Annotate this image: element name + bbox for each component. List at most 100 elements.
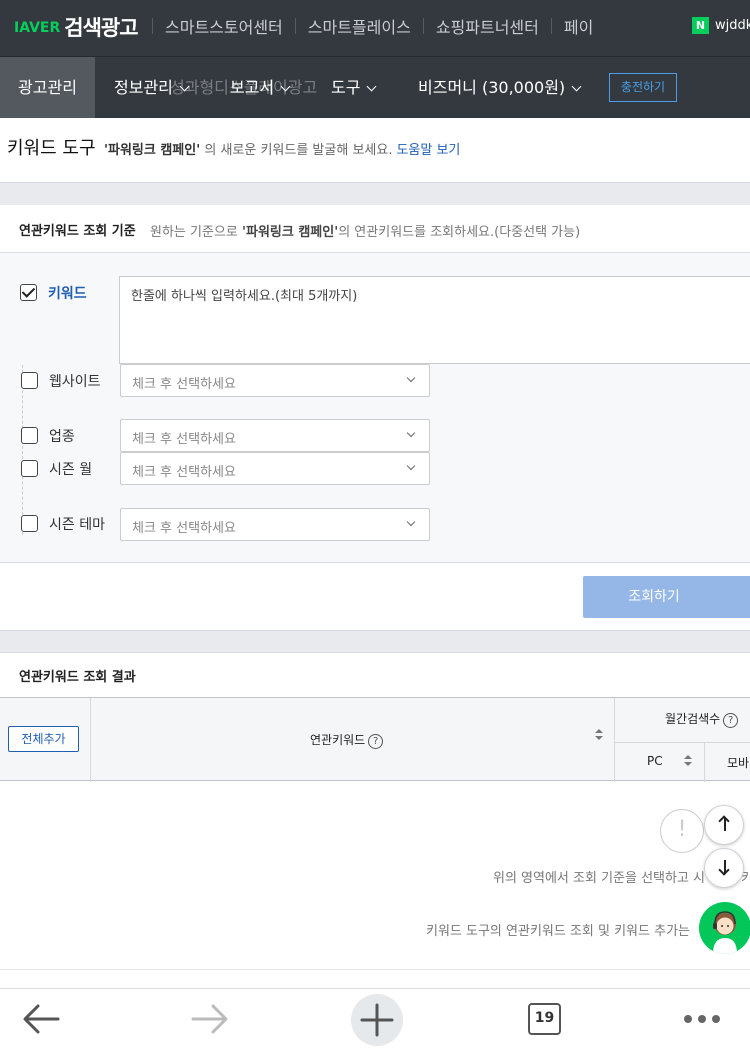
scroll-up-button[interactable] <box>704 805 744 845</box>
column-header-keyword[interactable]: 연관키워드? <box>310 731 384 749</box>
criteria-subtitle: 원하는 기준으로 '파워링크 캠페인'의 연관키워드를 조회하세요.(다중선택 … <box>150 221 580 240</box>
column-header-monthly-searches: 월간검색수? <box>665 710 739 728</box>
service-links: 스마트스토어센터 스마트플레이스 쇼핑파트너센터 페이 <box>152 14 605 38</box>
column-divider <box>90 698 91 782</box>
menu-bizmoney[interactable]: 비즈머니 (30,000원) <box>418 57 582 118</box>
season-month-select[interactable]: 체크 후 선택하세요 <box>120 452 430 485</box>
charge-button[interactable]: 충전하기 <box>609 73 677 102</box>
sort-icon[interactable] <box>684 755 692 767</box>
user-name: wjddk <box>715 18 750 33</box>
link-shopping-partner-center[interactable]: 쇼핑파트너센터 <box>424 14 551 38</box>
column-label: 월간검색수 <box>665 712 721 726</box>
results-empty-state: ! 위의 영역에서 조회 기준을 선택하고 시 키 키워드 도구의 연관키워드 … <box>0 782 750 970</box>
help-icon[interactable]: ? <box>368 734 384 749</box>
empty-message-line1: 위의 영역에서 조회 기준을 선택하고 시 <box>493 871 706 886</box>
new-tab-button[interactable] <box>351 994 403 1046</box>
subtitle-text: 원하는 기준으로 <box>150 225 242 240</box>
chevron-down-icon <box>571 81 582 92</box>
user-account[interactable]: N wjddk <box>692 17 750 34</box>
description-text: 의 새로운 키워드를 발굴해 보세요. <box>200 143 393 158</box>
industry-select[interactable]: 체크 후 선택하세요 <box>120 419 430 452</box>
website-select[interactable]: 체크 후 선택하세요 <box>120 364 430 397</box>
season-theme-label: 시즌 테마 <box>49 517 105 533</box>
results-table-header: 전체추가 연관키워드? 월간검색수? PC 모바 <box>0 697 750 782</box>
menu-info-management[interactable]: 정보관리 <box>114 57 190 118</box>
chat-agent-button[interactable] <box>699 902 750 954</box>
keyword-input[interactable]: 한줄에 하나씩 입력하세요.(최대 5개까지) <box>119 276 750 364</box>
campaign-name: '파워링크 캠페인' <box>242 225 339 240</box>
select-placeholder: 체크 후 선택하세요 <box>132 432 236 447</box>
back-arrow-icon[interactable] <box>22 1003 60 1035</box>
arrow-head <box>718 864 730 876</box>
menu-tools[interactable]: 도구 <box>331 57 377 118</box>
season-theme-checkbox[interactable] <box>21 515 38 532</box>
logo-text: 검색광고 <box>64 16 138 40</box>
criteria-form: 키워드 한줄에 하나씩 입력하세요.(최대 5개까지) 웹사이트 체크 후 선택… <box>0 253 750 563</box>
link-smartplace[interactable]: 스마트플레이스 <box>296 14 423 38</box>
search-button[interactable]: 조회하기 <box>583 576 750 618</box>
chevron-down-icon <box>406 461 416 471</box>
top-navigation-bar: IAVER 검색광고 스마트스토어센터 스마트플레이스 쇼핑파트너센터 페이 N … <box>0 0 750 56</box>
subtitle-text: 의 연관키워드를 조회하세요.(다중선택 가능) <box>338 225 581 240</box>
column-header-mobile[interactable]: 모바 <box>727 754 749 771</box>
industry-label: 업종 <box>49 429 75 445</box>
section-divider <box>0 630 750 653</box>
chevron-down-icon <box>280 81 291 92</box>
empty-message-line2: 키워드 도구의 연관키워드 조회 및 키워드 추가는 <box>426 924 690 939</box>
keyword-label: 키워드 <box>48 286 87 302</box>
help-link[interactable]: 도움말 보기 <box>396 143 460 158</box>
arrow-head <box>718 815 730 827</box>
search-button-area: 조회하기 <box>0 564 750 630</box>
season-month-label: 시즌 월 <box>49 462 93 478</box>
browser-toolbar: 19 <box>0 988 750 1048</box>
tab-count-button[interactable]: 19 <box>528 1003 561 1035</box>
campaign-name: '파워링크 캠페인' <box>104 143 201 158</box>
add-all-button[interactable]: 전체추가 <box>8 726 79 752</box>
website-label: 웹사이트 <box>49 374 101 390</box>
help-icon[interactable]: ? <box>723 713 739 728</box>
keyword-checkbox[interactable] <box>20 284 37 301</box>
menu-label: 도구 <box>331 78 361 97</box>
scroll-down-button[interactable] <box>704 848 744 888</box>
chevron-down-icon <box>179 81 190 92</box>
link-smartstore-center[interactable]: 스마트스토어센터 <box>153 14 295 38</box>
menu-reports[interactable]: 보고서 <box>230 57 291 118</box>
sort-icon[interactable] <box>595 729 603 741</box>
criteria-section-header: 연관키워드 조회 기준 원하는 기준으로 '파워링크 캠페인'의 연관키워드를 … <box>0 205 750 253</box>
page-description: '파워링크 캠페인' 의 새로운 키워드를 발굴해 보세요. 도움말 보기 <box>104 139 460 158</box>
season-month-checkbox[interactable] <box>21 460 38 477</box>
menu-ad-management[interactable]: 광고관리 <box>0 57 95 118</box>
chevron-down-icon <box>367 81 377 92</box>
main-menu-bar: 광고관리 성과형디스플레이광고 정보관리 보고서 도구 비즈머니 (30,000… <box>0 56 750 118</box>
dashed-guide <box>22 365 23 535</box>
link-pay[interactable]: 페이 <box>552 14 605 38</box>
criteria-title: 연관키워드 조회 기준 <box>19 224 136 239</box>
naver-n-icon: N <box>692 17 709 34</box>
column-divider <box>614 698 615 782</box>
column-header-pc[interactable]: PC <box>647 754 663 768</box>
menu-label: 보고서 <box>230 78 275 97</box>
menu-label: 비즈머니 (30,000원) <box>418 78 566 97</box>
select-placeholder: 체크 후 선택하세요 <box>132 465 236 480</box>
chevron-down-icon <box>406 373 416 383</box>
select-placeholder: 체크 후 선택하세요 <box>132 521 236 536</box>
chevron-down-icon <box>406 428 416 438</box>
more-menu-icon[interactable] <box>684 1015 720 1023</box>
menu-label: 정보관리 <box>114 78 173 97</box>
logo-prefix: IAVER <box>14 20 61 36</box>
website-checkbox[interactable] <box>21 372 38 389</box>
page-title: 키워드 도구 <box>7 138 96 159</box>
plus-icon <box>360 1003 394 1037</box>
forward-arrow-icon[interactable] <box>191 1003 229 1035</box>
header-divider <box>615 742 750 743</box>
results-section-header: 연관키워드 조회 결과 <box>0 653 750 697</box>
season-theme-select[interactable]: 체크 후 선택하세요 <box>120 508 430 541</box>
exclamation-icon: ! <box>660 809 704 853</box>
select-placeholder: 체크 후 선택하세요 <box>132 377 236 392</box>
naver-search-ad-logo[interactable]: IAVER 검색광고 <box>14 12 139 42</box>
page-header: 키워드 도구 '파워링크 캠페인' 의 새로운 키워드를 발굴해 보세요. 도움말… <box>0 118 750 182</box>
agent-avatar-icon <box>713 911 737 954</box>
results-title: 연관키워드 조회 결과 <box>19 670 136 685</box>
industry-checkbox[interactable] <box>21 427 38 444</box>
search-button-label: 조회하기 <box>628 589 680 605</box>
